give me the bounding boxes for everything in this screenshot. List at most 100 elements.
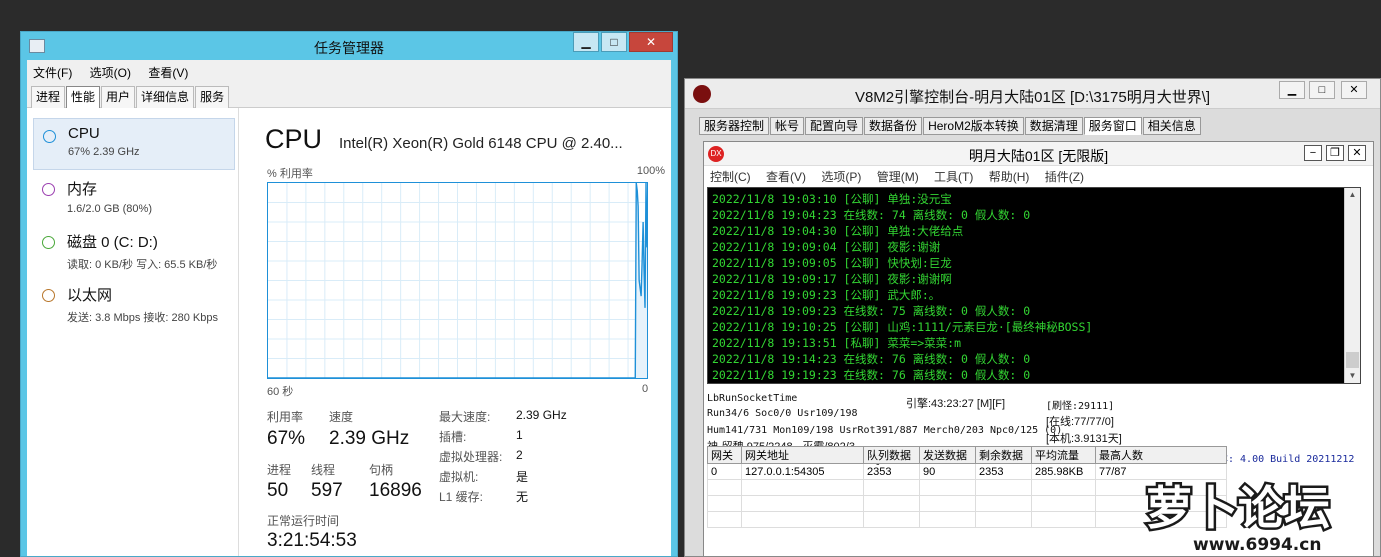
tab-performance[interactable]: 性能 <box>66 86 101 108</box>
graph-label: % 利用率 <box>267 168 313 180</box>
maximize-button[interactable]: □ <box>1309 81 1335 99</box>
child-close-button[interactable]: ✕ <box>1348 145 1366 161</box>
forum-watermark-logo: 萝卜论坛 www.6994.cn <box>1144 479 1333 557</box>
table-cell: 2353 <box>975 463 1032 480</box>
online-count: [在线:77/77/0] <box>1046 416 1114 428</box>
column-header[interactable]: 平均流量 <box>1031 446 1096 464</box>
graph-time-right: 0 <box>642 383 649 395</box>
resource-summary: 读取: 0 KB/秒 写入: 65.5 KB/秒 <box>67 259 218 271</box>
child-title: 明月大陆01区 [无限版] <box>968 148 1109 164</box>
tab-processes[interactable]: 进程 <box>31 86 66 108</box>
tab-backup[interactable]: 数据备份 <box>864 117 923 135</box>
uptime-value: 3:21:54:53 <box>267 530 357 551</box>
child-restore-button[interactable]: ❐ <box>1326 145 1344 161</box>
tab-services[interactable]: 服务 <box>195 86 230 108</box>
window-title: V8M2引擎控制台-明月大陆01区 [D:\3175明月大世界\] <box>854 89 1211 106</box>
menu-options[interactable]: 选项(P) <box>821 170 861 184</box>
maximize-button[interactable]: □ <box>601 32 627 52</box>
status-run: Run34/6 Soc0/0 Usr109/198 <box>707 408 858 419</box>
minimize-button[interactable]: ▁ <box>1279 81 1305 99</box>
menu-help[interactable]: 帮助(H) <box>989 170 1030 184</box>
menu-file[interactable]: 文件(F) <box>33 66 72 80</box>
status-socket-time: LbRunSocketTime <box>707 393 798 404</box>
tab-server-control[interactable]: 服务器控制 <box>699 117 770 135</box>
scroll-up-icon[interactable]: ▲ <box>1345 188 1360 202</box>
tab-service-window[interactable]: 服务窗口 <box>1083 117 1142 135</box>
utilization-value: 67% <box>267 428 306 449</box>
tab-users[interactable]: 用户 <box>101 86 136 108</box>
performance-panel: CPU 67% 2.39 GHz 内存 1.6/2.0 GB (80%) 磁盘 … <box>27 108 671 556</box>
column-header[interactable]: 剩余数据 <box>975 446 1032 464</box>
scroll-down-icon[interactable]: ▼ <box>1345 369 1360 383</box>
status-hum: Hum141/731 Mon109/198 UsrRot391/887 Merc… <box>707 425 1063 436</box>
log-line: 2022/11/8 19:03:10 [公聊] 单独:没元宝 <box>712 192 952 206</box>
close-button[interactable]: ✕ <box>1341 81 1367 99</box>
menu-control[interactable]: 控制(C) <box>710 170 751 184</box>
tab-related-info[interactable]: 相关信息 <box>1142 117 1201 135</box>
log-line: 2022/11/8 19:04:30 [公聊] 单独:大佬给点 <box>712 224 964 238</box>
graph-max: 100% <box>636 165 665 177</box>
log-line: 2022/11/8 19:09:23 在线数: 75 离线数: 0 假人数: 0 <box>712 304 1031 318</box>
engine-uptime: 引擎:43:23:27 [M][F] <box>906 398 1006 410</box>
column-header[interactable]: 网关 <box>707 446 742 464</box>
sockets-label: 插槽: <box>439 430 467 444</box>
resource-name: 内存 <box>67 181 98 198</box>
resource-item-ethernet[interactable]: 以太网 发送: 3.8 Mbps 接收: 280 Kbps <box>33 278 235 330</box>
tab-herom2-convert[interactable]: HeroM2版本转换 <box>923 117 1024 135</box>
close-button[interactable]: ✕ <box>629 32 673 52</box>
resource-item-disk[interactable]: 磁盘 0 (C: D:) 读取: 0 KB/秒 写入: 65.5 KB/秒 <box>33 225 235 277</box>
cpu-utilization-graph <box>267 182 648 379</box>
disk-indicator-icon <box>42 236 55 249</box>
max-speed-label: 最大速度: <box>439 410 491 424</box>
processes-value: 50 <box>267 480 289 501</box>
log-line: 2022/11/8 19:09:05 [公聊] 快快划:巨龙 <box>712 256 952 270</box>
utilization-label: 利用率 <box>267 410 304 424</box>
resource-name: 磁盘 0 (C: D:) <box>67 234 158 251</box>
menu-manage[interactable]: 管理(M) <box>877 170 919 184</box>
cpu-indicator-icon <box>43 130 56 143</box>
column-header[interactable]: 队列数据 <box>863 446 920 464</box>
console-scrollbar[interactable]: ▲ ▼ <box>1344 188 1360 383</box>
table-cell: 127.0.0.1:54305 <box>741 463 864 480</box>
log-line: 2022/11/8 19:04:23 在线数: 74 离线数: 0 假人数: 0 <box>712 208 1031 222</box>
tab-accounts[interactable]: 帐号 <box>770 117 805 135</box>
column-header[interactable]: 发送数据 <box>919 446 976 464</box>
menu-plugins[interactable]: 插件(Z) <box>1045 170 1084 184</box>
child-title-bar[interactable]: DX 明月大陆01区 [无限版] − ❐ ✕ <box>704 142 1373 166</box>
page-title: CPU <box>265 124 323 154</box>
server-log-console[interactable]: 2022/11/8 19:03:10 [公聊] 单独:没元宝 2022/11/8… <box>707 187 1361 384</box>
monster-refresh: [刷怪:29111] <box>1046 401 1115 412</box>
tab-bar: 服务器控制 帐号 配置向导 数据备份 HeroM2版本转换 数据清理 服务窗口 相关信息 <box>699 117 1202 135</box>
resource-list: CPU 67% 2.39 GHz 内存 1.6/2.0 GB (80%) 磁盘 … <box>27 108 239 556</box>
tab-config-wizard[interactable]: 配置向导 <box>805 117 864 135</box>
tab-data-cleanup[interactable]: 数据清理 <box>1024 117 1083 135</box>
speed-label: 速度 <box>329 410 354 424</box>
column-header[interactable]: 网关地址 <box>741 446 864 464</box>
processes-label: 进程 <box>267 463 292 477</box>
menu-options[interactable]: 选项(O) <box>90 66 131 80</box>
title-bar[interactable]: V8M2引擎控制台-明月大陆01区 [D:\3175明月大世界\] ▁ □ ✕ <box>685 79 1380 109</box>
menu-view[interactable]: 查看(V) <box>148 66 188 80</box>
tab-details[interactable]: 详细信息 <box>136 86 195 108</box>
resource-summary: 67% 2.39 GHz <box>68 146 140 158</box>
resource-item-cpu[interactable]: CPU 67% 2.39 GHz <box>33 118 235 170</box>
log-line: 2022/11/8 19:10:25 [公聊] 山鸡:1111/元素巨龙·[最终… <box>712 320 1093 334</box>
uptime-label: 正常运行时间 <box>267 514 340 528</box>
title-bar[interactable]: 任务管理器 ▁ □ ✕ <box>21 32 677 60</box>
handles-value: 16896 <box>369 480 422 501</box>
resource-summary: 1.6/2.0 GB (80%) <box>67 203 152 215</box>
menu-view[interactable]: 查看(V) <box>766 170 806 184</box>
resource-item-memory[interactable]: 内存 1.6/2.0 GB (80%) <box>33 172 235 224</box>
scroll-thumb[interactable] <box>1346 352 1359 368</box>
ethernet-indicator-icon <box>42 289 55 302</box>
child-minimize-button[interactable]: − <box>1304 145 1322 161</box>
virtual-machine-label: 虚拟机: <box>439 470 479 484</box>
log-line: 2022/11/8 19:09:04 [公聊] 夜影:谢谢 <box>712 240 941 254</box>
memory-indicator-icon <box>42 183 55 196</box>
menu-tools[interactable]: 工具(T) <box>934 170 973 184</box>
log-line: 2022/11/8 19:09:17 [公聊] 夜影:谢谢啊 <box>712 272 952 286</box>
virtual-processors-label: 虚拟处理器: <box>439 450 503 464</box>
resource-name: 以太网 <box>67 287 113 304</box>
max-speed-value: 2.39 GHz <box>516 408 567 422</box>
minimize-button[interactable]: ▁ <box>573 32 599 52</box>
